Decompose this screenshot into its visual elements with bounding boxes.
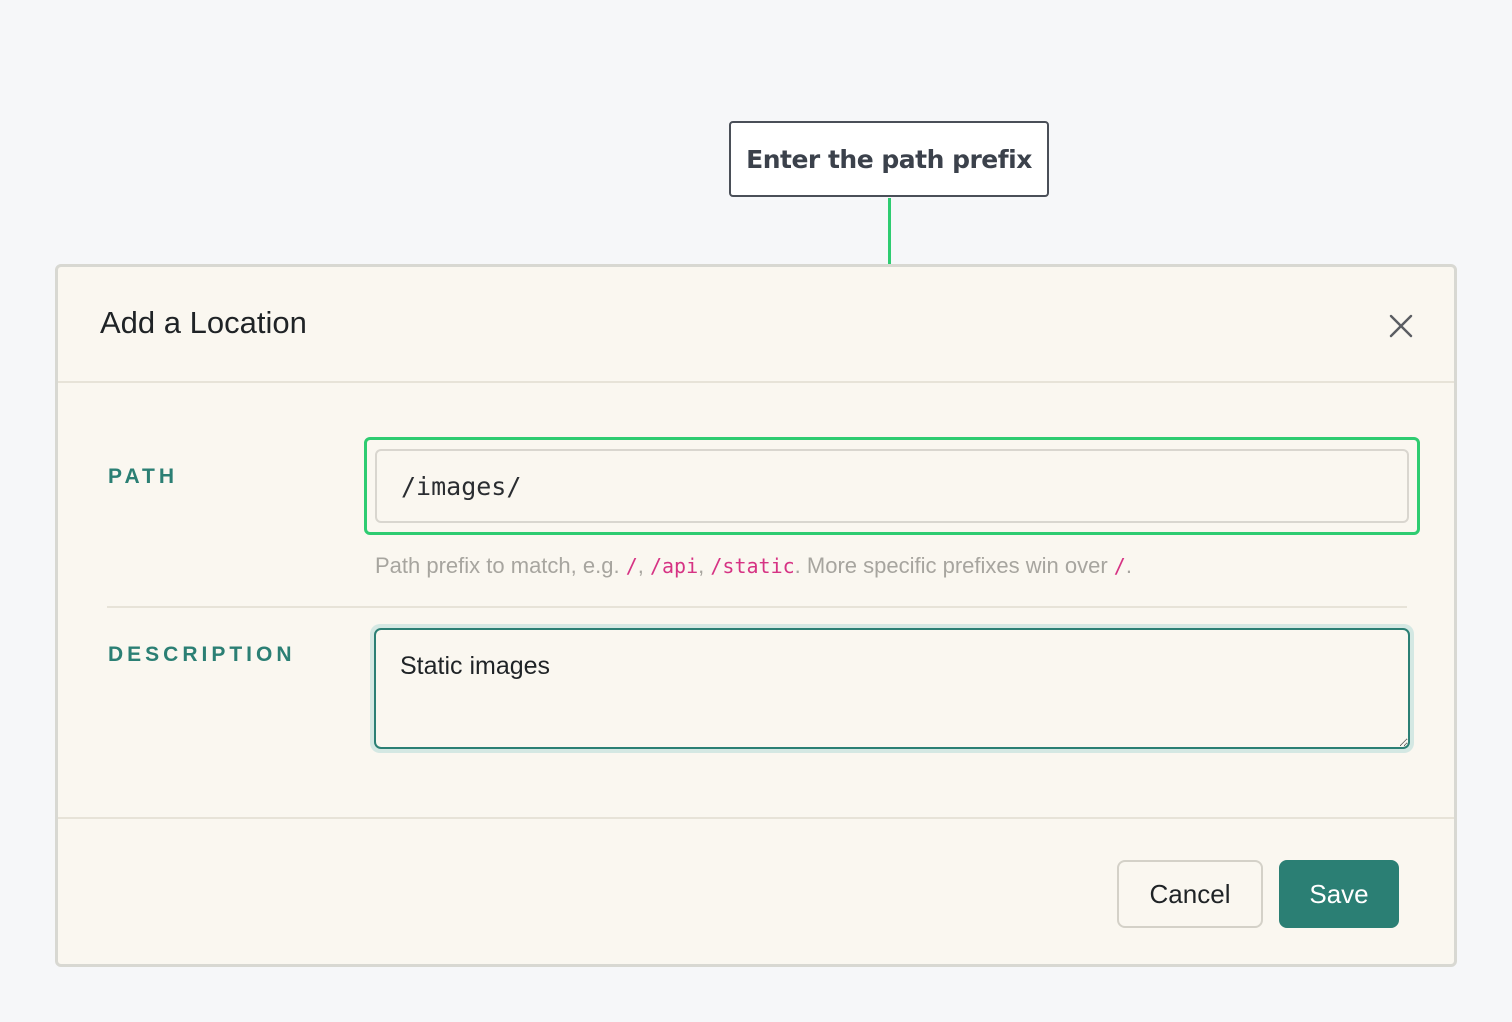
close-icon	[1389, 314, 1413, 338]
dialog-title: Add a Location	[100, 305, 307, 340]
code-api: /api	[649, 554, 699, 578]
close-button[interactable]	[1384, 309, 1418, 343]
callout-text: Enter the path prefix	[746, 144, 1032, 174]
path-hint: Path prefix to match, e.g. /, /api, /sta…	[375, 553, 1132, 578]
cancel-button[interactable]: Cancel	[1117, 860, 1263, 928]
description-label: DESCRIPTION	[108, 643, 296, 666]
description-textarea[interactable]: Static images	[374, 628, 1410, 749]
add-location-dialog: Add a Location PATH Path prefix to match…	[55, 264, 1457, 967]
field-divider	[107, 606, 1407, 608]
description-focus-ring: Static images	[370, 624, 1414, 753]
path-input[interactable]	[375, 449, 1409, 523]
path-label: PATH	[108, 465, 179, 488]
code-root: /	[625, 554, 638, 578]
dialog-footer: Cancel Save	[58, 817, 1454, 964]
annotation-callout: Enter the path prefix	[729, 121, 1049, 197]
dialog-header: Add a Location	[58, 267, 1454, 383]
code-static: /static	[710, 554, 795, 578]
code-root-2: /	[1113, 554, 1126, 578]
save-button[interactable]: Save	[1279, 860, 1399, 928]
